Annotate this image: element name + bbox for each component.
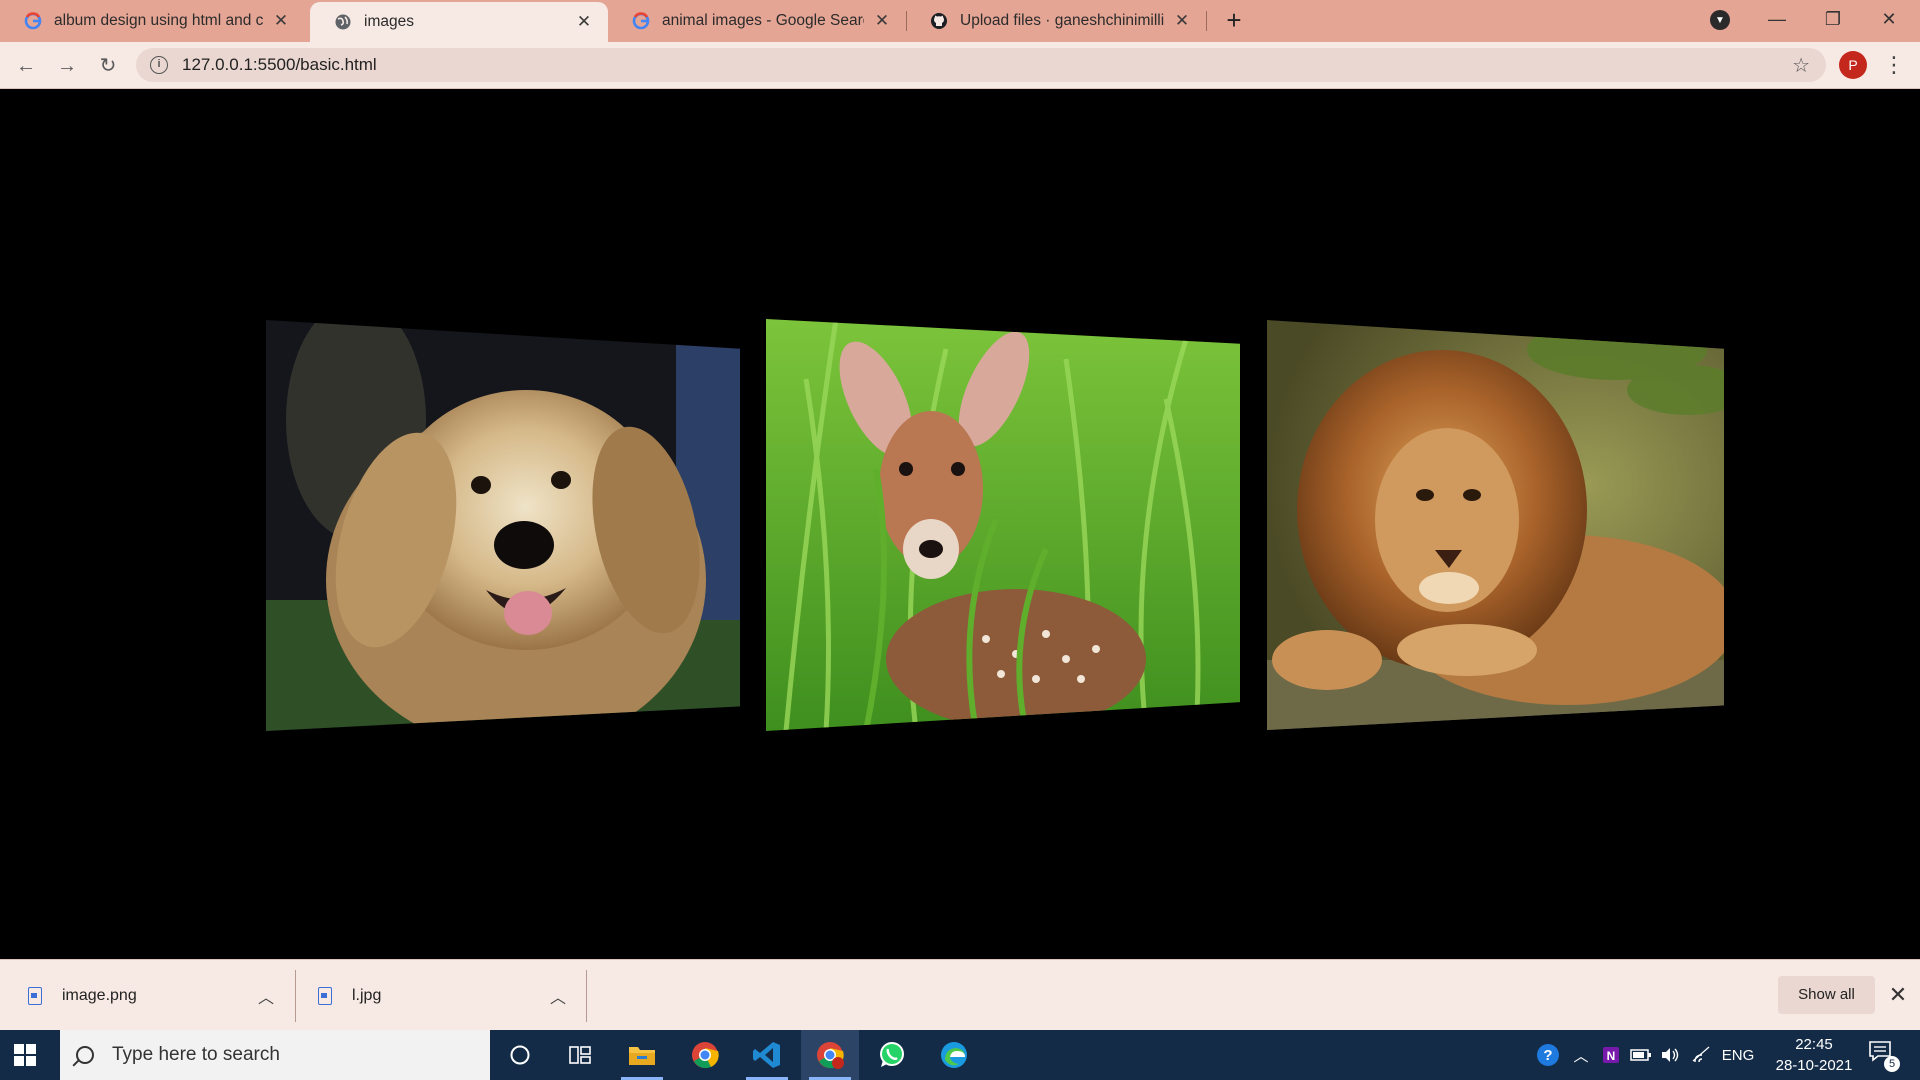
page-content	[0, 89, 1920, 959]
address-bar[interactable]: i 127.0.0.1:5500/basic.html ☆	[136, 48, 1826, 82]
edge-icon[interactable]	[925, 1030, 983, 1080]
bookmark-star-icon[interactable]: ☆	[1792, 53, 1810, 78]
windows-taskbar: Type here to search ? ︿ N ENG 22:45 28-1…	[0, 1030, 1920, 1080]
file-explorer-icon[interactable]	[613, 1030, 671, 1080]
browser-toolbar: ← → ↻ i 127.0.0.1:5500/basic.html ☆ P ⋮	[0, 42, 1920, 89]
back-icon[interactable]: ←	[12, 52, 40, 80]
download-filename: image.png	[62, 986, 137, 1004]
show-all-button[interactable]: Show all	[1778, 976, 1875, 1014]
tab-title: animal images - Google Search	[662, 12, 864, 29]
clock-date: 28-10-2021	[1775, 1057, 1853, 1074]
tab-album-design[interactable]: album design using html and css ✕	[0, 0, 305, 42]
onenote-icon[interactable]: N	[1598, 1030, 1624, 1080]
window-close-icon[interactable]: ✕	[1861, 4, 1917, 34]
google-icon	[24, 12, 42, 30]
tab-images[interactable]: images ✕	[310, 2, 608, 42]
close-icon[interactable]: ✕	[574, 12, 594, 32]
download-divider	[586, 970, 587, 1022]
file-icon	[28, 986, 42, 1005]
tab-github-upload[interactable]: Upload files · ganeshchinimilli/im ✕	[906, 0, 1206, 42]
svg-text:?: ?	[1543, 1047, 1552, 1064]
download-shelf: image.png ︿ l.jpg ︿ Show all ✕	[0, 959, 1920, 1030]
download-item[interactable]: image.png ︿	[28, 960, 288, 1031]
svg-text:N: N	[1607, 1049, 1616, 1063]
lion-photo	[1267, 320, 1724, 730]
battery-icon[interactable]	[1628, 1030, 1654, 1080]
notification-center-icon[interactable]: 5	[1868, 1040, 1902, 1072]
download-filename: l.jpg	[352, 986, 382, 1004]
tab-title: album design using html and css	[54, 12, 263, 29]
more-menu-icon[interactable]: ⋮	[1883, 51, 1905, 79]
cortana-icon[interactable]	[491, 1030, 549, 1080]
task-view-icon[interactable]	[551, 1030, 609, 1080]
github-icon	[930, 12, 948, 30]
input-language[interactable]: ENG	[1718, 1030, 1758, 1080]
chevron-up-icon[interactable]: ︿	[258, 984, 274, 1008]
tab-divider	[1206, 11, 1207, 31]
restore-icon[interactable]: ❐	[1805, 4, 1861, 34]
tab-title: Upload files · ganeshchinimilli/im	[960, 12, 1164, 29]
fawn-photo	[766, 319, 1240, 731]
close-icon[interactable]: ✕	[271, 11, 291, 31]
tab-strip: album design using html and css ✕ images…	[0, 0, 1920, 42]
forward-icon[interactable]: →	[53, 52, 81, 80]
chrome-profile-icon[interactable]	[801, 1030, 859, 1080]
chevron-up-icon[interactable]: ︿	[550, 984, 566, 1008]
clock-time: 22:45	[1795, 1036, 1833, 1053]
dog-photo	[266, 320, 740, 731]
site-info-icon[interactable]: i	[150, 56, 168, 74]
search-placeholder: Type here to search	[112, 1044, 280, 1065]
close-icon[interactable]: ✕	[872, 11, 892, 31]
taskbar-search-box[interactable]: Type here to search	[60, 1030, 490, 1080]
notification-badge: 5	[1884, 1056, 1900, 1072]
file-icon	[318, 986, 332, 1005]
whatsapp-icon[interactable]	[863, 1030, 921, 1080]
tab-search-icon[interactable]: ▼	[1710, 10, 1730, 30]
globe-icon	[334, 13, 352, 31]
chevron-up-icon[interactable]: ︿	[1568, 1030, 1594, 1080]
search-icon	[76, 1046, 94, 1064]
download-divider	[295, 970, 296, 1022]
minimize-icon[interactable]: —	[1749, 4, 1805, 34]
new-tab-button[interactable]: +	[1220, 6, 1248, 36]
tab-animal-search[interactable]: animal images - Google Search ✕	[608, 0, 906, 42]
help-icon[interactable]: ?	[1533, 1030, 1563, 1080]
close-icon[interactable]: ✕	[1172, 11, 1192, 31]
tab-title: images	[364, 13, 414, 30]
profile-avatar[interactable]: P	[1839, 51, 1867, 79]
system-clock[interactable]: 22:45 28-10-2021	[1764, 1034, 1864, 1076]
windows-start-icon[interactable]	[14, 1044, 36, 1066]
download-item[interactable]: l.jpg ︿	[318, 960, 578, 1031]
url-text: 127.0.0.1:5500/basic.html	[182, 55, 377, 74]
wifi-icon[interactable]	[1688, 1030, 1714, 1080]
google-icon	[632, 12, 650, 30]
vscode-icon[interactable]	[738, 1030, 796, 1080]
reload-icon[interactable]: ↻	[94, 52, 122, 80]
chrome-icon[interactable]	[676, 1030, 734, 1080]
close-icon[interactable]: ✕	[1884, 980, 1912, 1010]
volume-icon[interactable]	[1657, 1030, 1683, 1080]
